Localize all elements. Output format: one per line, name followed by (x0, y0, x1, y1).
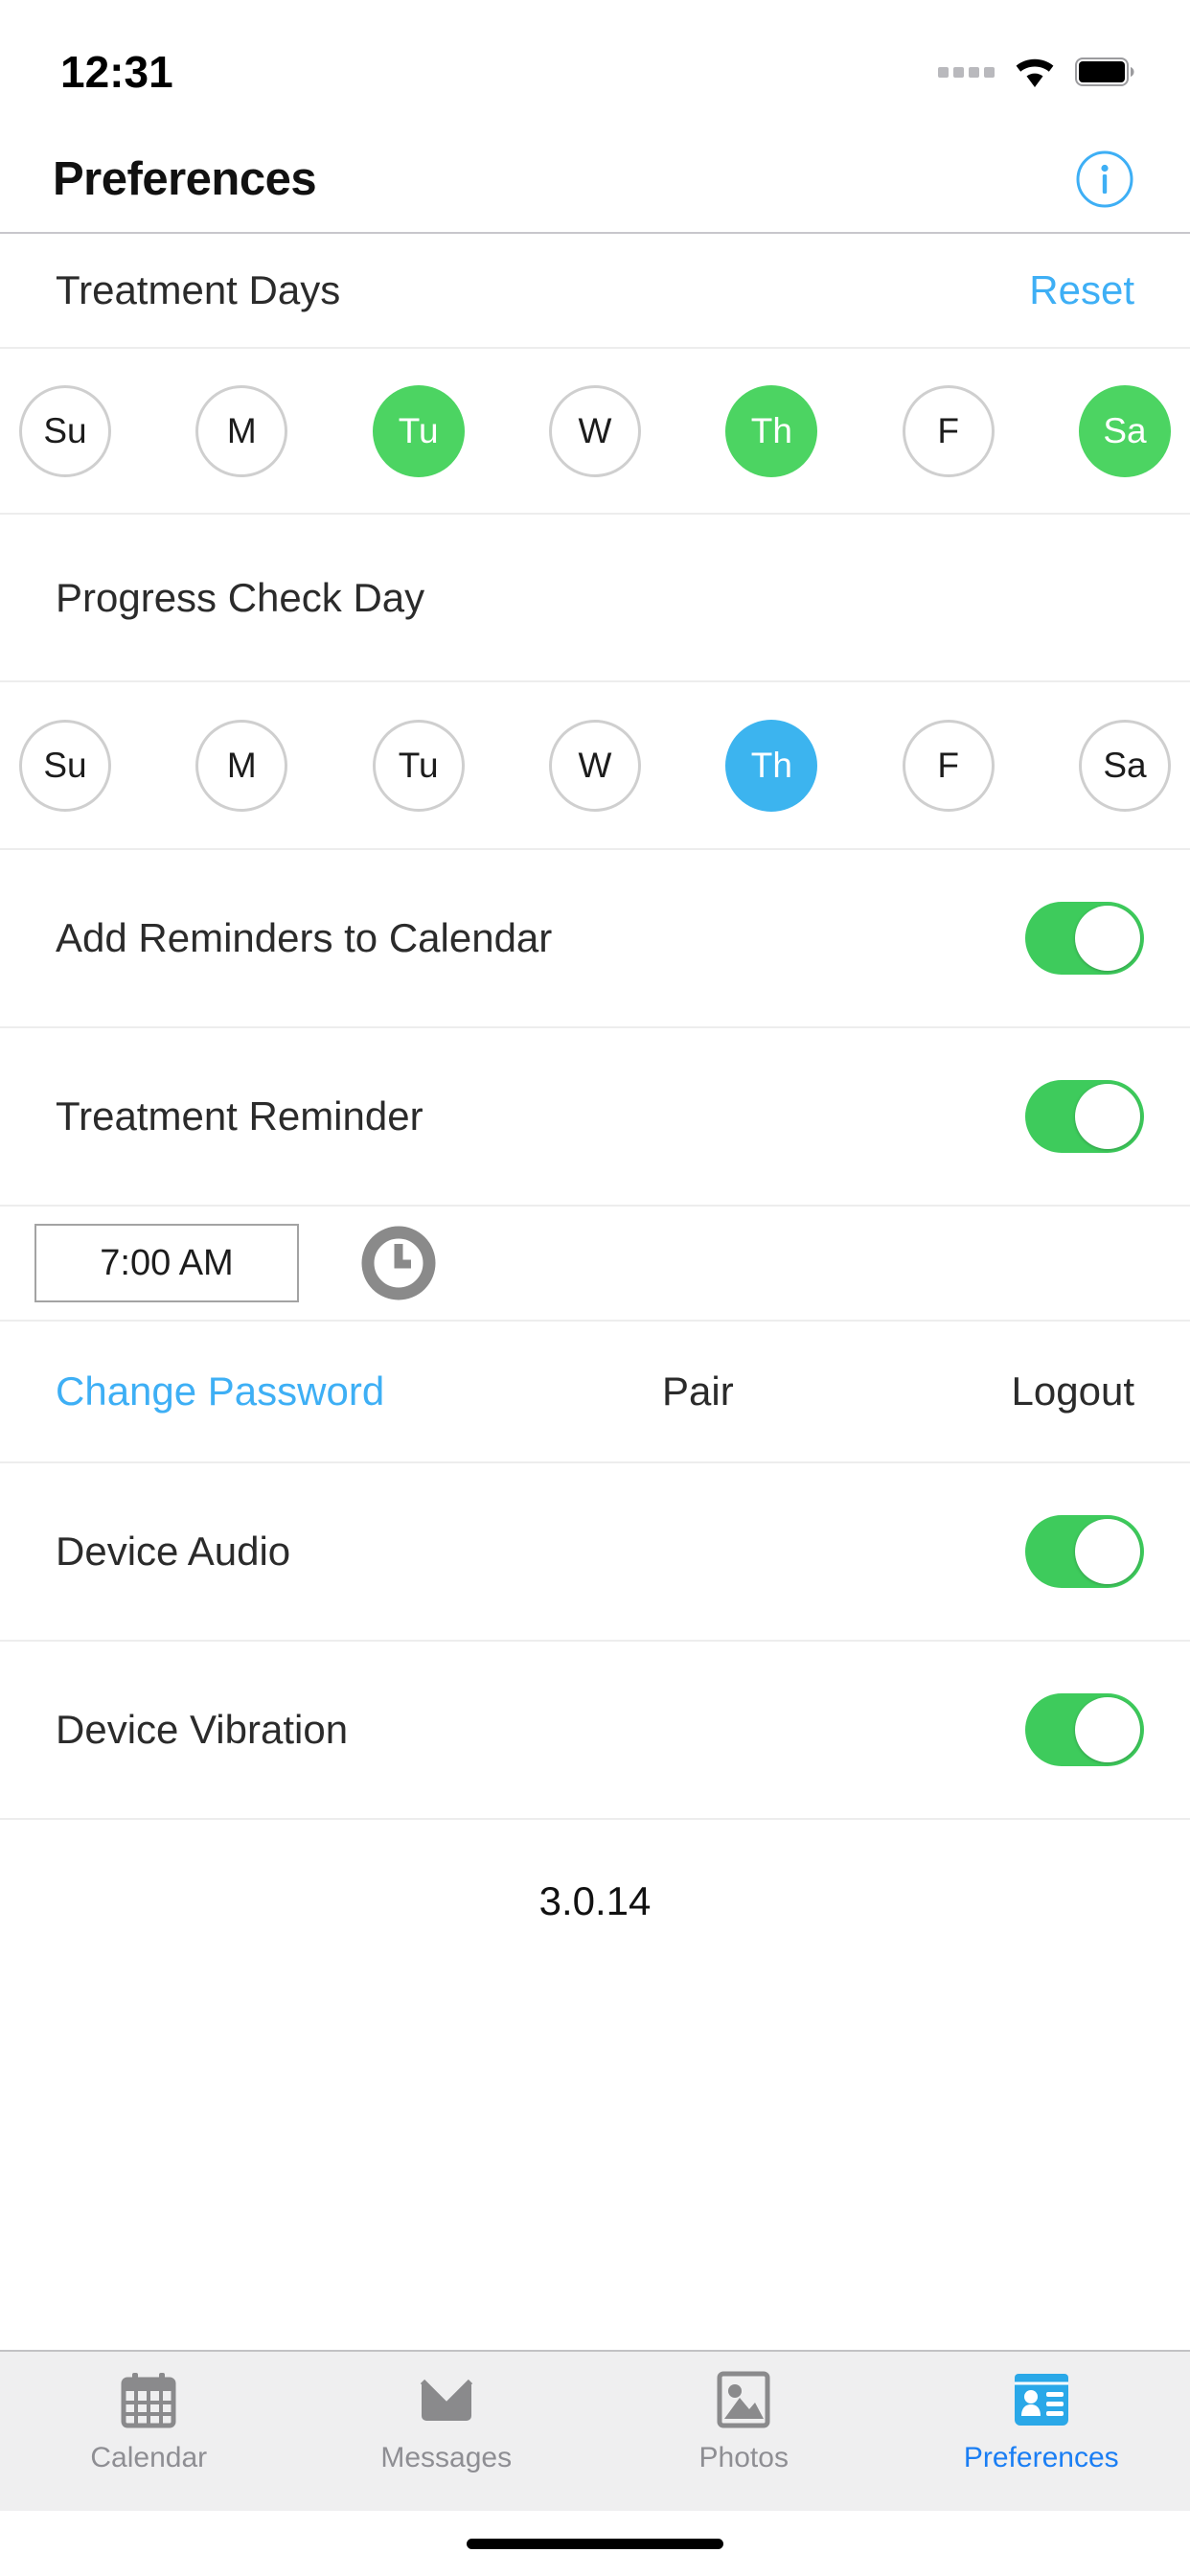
add-reminders-toggle[interactable] (1025, 902, 1144, 975)
treatment-reminder-label: Treatment Reminder (56, 1093, 423, 1138)
account-actions-row: Change Password Pair Logout (0, 1322, 1190, 1463)
treatment-days-selector: Su M Tu W Th F Sa (0, 347, 1190, 515)
tab-photos[interactable]: Photos (595, 2352, 893, 2474)
device-audio-label: Device Audio (56, 1529, 291, 1574)
toggle-knob (1075, 906, 1140, 971)
toggle-knob (1075, 1519, 1140, 1584)
envelope-icon (417, 2369, 476, 2430)
status-bar: 12:31 (0, 0, 1190, 126)
treatment-days-header: Treatment Days Reset (0, 234, 1190, 347)
add-reminders-label: Add Reminders to Calendar (56, 915, 553, 960)
device-vibration-row: Device Vibration (0, 1642, 1190, 1820)
treatment-day-w[interactable]: W (548, 384, 641, 477)
app-version-row: 3.0.14 (0, 1820, 1190, 1983)
device-vibration-label: Device Vibration (56, 1707, 349, 1752)
change-password-button[interactable]: Change Password (56, 1368, 384, 1414)
treatment-day-sa[interactable]: Sa (1078, 384, 1171, 477)
battery-full-icon (1075, 58, 1134, 86)
tab-label-photos: Photos (698, 2442, 789, 2473)
progress-day-su[interactable]: Su (19, 719, 111, 812)
treatment-reminder-toggle[interactable] (1025, 1080, 1144, 1153)
treatment-day-f[interactable]: F (902, 384, 995, 477)
app-screen: 12:31 Preferences Treatment Days Reset S… (0, 0, 1190, 2576)
tab-messages[interactable]: Messages (298, 2352, 596, 2474)
tab-preferences[interactable]: Preferences (893, 2352, 1190, 2474)
progress-check-day-selector: Su M Tu W Th F Sa (0, 682, 1190, 850)
device-audio-toggle[interactable] (1025, 1515, 1144, 1588)
content-filler (0, 1983, 1190, 2350)
pair-button[interactable]: Pair (662, 1368, 734, 1414)
progress-day-m[interactable]: M (195, 719, 288, 812)
clock-icon[interactable] (361, 1226, 436, 1300)
photo-icon (717, 2369, 770, 2430)
signal-dots-icon (938, 66, 995, 78)
treatment-days-label: Treatment Days (56, 267, 341, 312)
calendar-icon (121, 2369, 176, 2430)
app-version: 3.0.14 (538, 1878, 652, 1923)
progress-day-tu[interactable]: Tu (372, 719, 465, 812)
toggle-knob (1075, 1084, 1140, 1149)
toggle-knob (1075, 1697, 1140, 1762)
reset-button[interactable]: Reset (1029, 267, 1134, 313)
wifi-icon (1016, 58, 1054, 87)
home-indicator[interactable] (467, 2538, 723, 2549)
treatment-day-tu[interactable]: Tu (372, 384, 465, 477)
progress-day-th[interactable]: Th (725, 719, 818, 812)
progress-check-day-label: Progress Check Day (56, 574, 425, 620)
tab-bar: Calendar Messages Photos Preferences (0, 2350, 1190, 2511)
add-reminders-row: Add Reminders to Calendar (0, 850, 1190, 1028)
treatment-day-th[interactable]: Th (725, 384, 818, 477)
page-title: Preferences (53, 153, 317, 205)
info-circle-icon[interactable] (1075, 150, 1134, 209)
home-indicator-area (0, 2511, 1190, 2576)
device-vibration-toggle[interactable] (1025, 1693, 1144, 1766)
reminder-time-input[interactable]: 7:00 AM (34, 1224, 299, 1302)
preferences-content: Treatment Days Reset Su M Tu W Th F Sa P… (0, 234, 1190, 2350)
tab-label-calendar: Calendar (90, 2442, 208, 2473)
tab-label-preferences: Preferences (963, 2442, 1119, 2473)
treatment-reminder-row: Treatment Reminder (0, 1028, 1190, 1207)
treatment-day-su[interactable]: Su (19, 384, 111, 477)
tab-calendar[interactable]: Calendar (0, 2352, 298, 2474)
progress-check-day-header: Progress Check Day (0, 515, 1190, 682)
progress-day-f[interactable]: F (902, 719, 995, 812)
treatment-day-m[interactable]: M (195, 384, 288, 477)
tab-label-messages: Messages (380, 2442, 513, 2473)
logout-button[interactable]: Logout (1012, 1368, 1134, 1414)
progress-day-w[interactable]: W (548, 719, 641, 812)
status-time: 12:31 (60, 47, 173, 97)
progress-day-sa[interactable]: Sa (1078, 719, 1171, 812)
id-card-icon (1012, 2369, 1071, 2430)
navigation-bar: Preferences (0, 126, 1190, 234)
reminder-time-row: 7:00 AM (0, 1207, 1190, 1322)
device-audio-row: Device Audio (0, 1463, 1190, 1642)
status-indicators (938, 37, 1134, 89)
